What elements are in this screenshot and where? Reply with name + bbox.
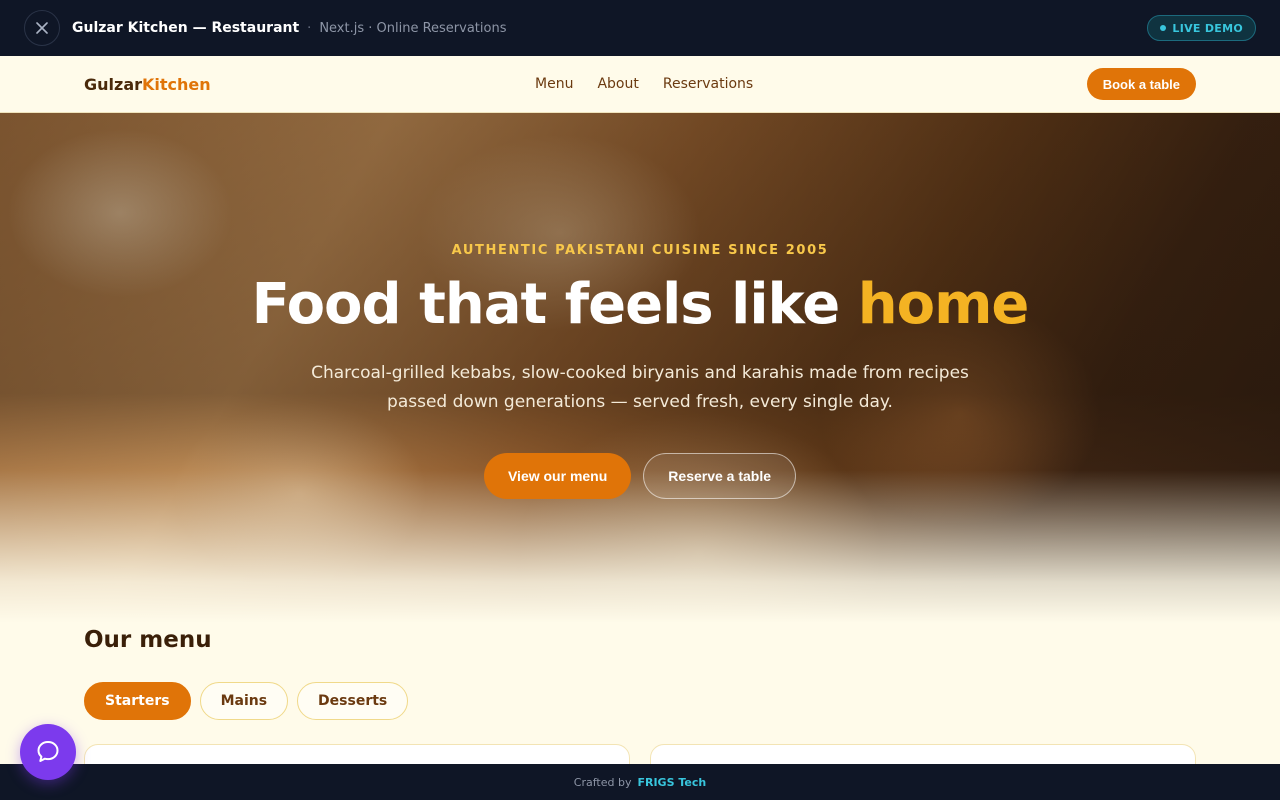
nav-link-menu[interactable]: Menu <box>535 76 573 92</box>
nav-link-reservations[interactable]: Reservations <box>663 76 753 92</box>
hero-title-main: Food that feels like <box>251 272 858 337</box>
hero-content: AUTHENTIC PAKISTANI CUISINE SINCE 2005 F… <box>0 113 1280 499</box>
logo-part-1: Gulzar <box>84 74 143 94</box>
demo-top-bar: Gulzar Kitchen — Restaurant · Next.js · … <box>0 0 1280 56</box>
tab-mains[interactable]: Mains <box>199 682 289 720</box>
demo-subtitle: Next.js · Online Reservations <box>319 20 507 36</box>
view-menu-button[interactable]: View our menu <box>483 453 632 499</box>
tab-starters[interactable]: Starters <box>84 682 191 720</box>
hero-title-highlight: home <box>857 272 1030 337</box>
live-dot-icon <box>1160 25 1167 31</box>
menu-section-title: Our menu <box>84 627 212 653</box>
chat-button[interactable] <box>20 724 76 780</box>
nav-link-about[interactable]: About <box>597 76 638 92</box>
hero-description: Charcoal-grilled kebabs, slow-cooked bir… <box>311 363 969 412</box>
demo-title: Gulzar Kitchen — Restaurant <box>72 20 300 36</box>
logo-part-2: Kitchen <box>142 74 211 94</box>
footer-prefix: Crafted by <box>573 775 632 789</box>
chat-bubble-icon <box>37 741 59 762</box>
menu-tabs: Starters Mains Desserts <box>84 682 409 720</box>
hero-actions: View our menu Reserve a table <box>0 453 1280 499</box>
demo-separator: · <box>307 20 312 36</box>
hero-section: AUTHENTIC PAKISTANI CUISINE SINCE 2005 F… <box>0 113 1280 623</box>
live-demo-label: LIVE DEMO <box>1172 21 1243 35</box>
reserve-table-button[interactable]: Reserve a table <box>643 453 797 499</box>
footer-brand-link[interactable]: FRIGS Tech <box>637 776 706 789</box>
site-header: GulzarKitchen Menu About Reservations Bo… <box>0 56 1280 113</box>
live-demo-badge: LIVE DEMO <box>1147 15 1256 41</box>
tab-desserts[interactable]: Desserts <box>297 682 409 720</box>
close-icon[interactable] <box>24 10 60 46</box>
footer-bar: Crafted by FRIGS Tech <box>0 764 1280 800</box>
logo[interactable]: GulzarKitchen <box>84 75 211 94</box>
book-table-button[interactable]: Book a table <box>1086 68 1196 100</box>
hero-title: Food that feels like home <box>0 272 1280 337</box>
hero-eyebrow: AUTHENTIC PAKISTANI CUISINE SINCE 2005 <box>451 243 829 258</box>
nav-links: Menu About Reservations <box>535 76 753 92</box>
